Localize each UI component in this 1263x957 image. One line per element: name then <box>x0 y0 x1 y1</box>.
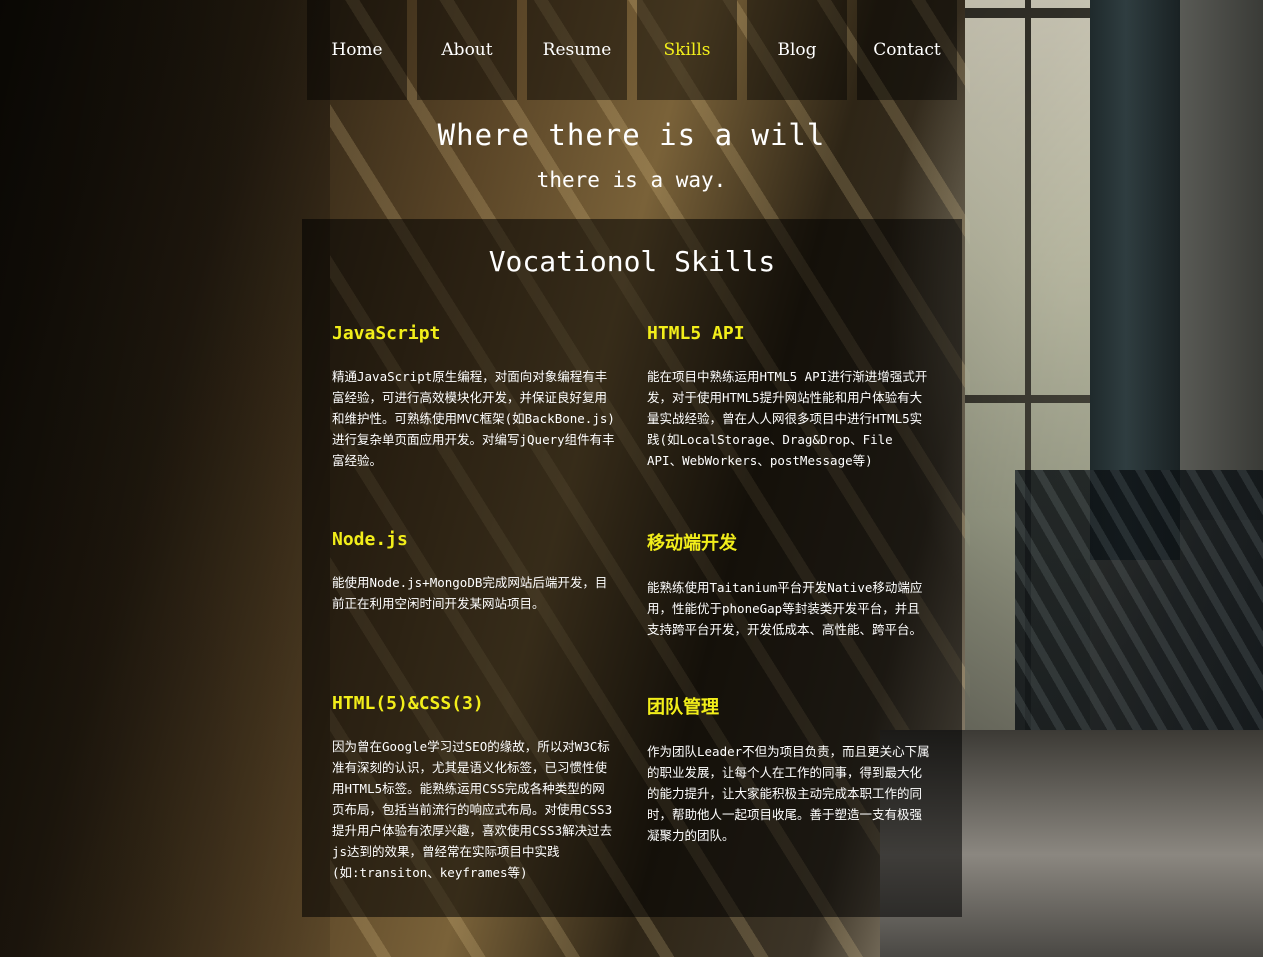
skill-title: 移动端开发 <box>647 533 737 554</box>
skill-html5-api: HTML5 API 能在项目中熟练运用HTML5 API进行渐进增强式开发，对于… <box>647 323 932 471</box>
nav-about[interactable]: About <box>417 0 517 100</box>
skill-mobile: 移动端开发 能熟练使用Taitanium平台开发Native移动端应用，性能优于… <box>647 529 932 640</box>
skill-title: JavaScript <box>332 323 441 344</box>
skill-title: HTML5 API <box>647 323 745 344</box>
background-wall <box>1180 0 1263 520</box>
skill-nodejs: Node.js 能使用Node.js+MongoDB完成网站后端开发，目前正在利… <box>332 529 617 614</box>
skill-javascript: JavaScript 精通JavaScript原生编程，对面向对象编程有丰富经验… <box>332 323 617 471</box>
skill-description: 精通JavaScript原生编程，对面向对象编程有丰富经验，可进行高效模块化开发… <box>332 369 615 468</box>
nav-home[interactable]: Home <box>307 0 407 100</box>
skills-panel: Vocationol Skills JavaScript 精通JavaScrip… <box>302 219 962 917</box>
nav-skills[interactable]: Skills <box>637 0 737 100</box>
main-nav: Home About Resume Skills Blog Contact <box>307 0 957 100</box>
skill-description: 能在项目中熟练运用HTML5 API进行渐进增强式开发，对于使用HTML5提升网… <box>647 369 928 468</box>
nav-resume[interactable]: Resume <box>527 0 627 100</box>
skill-description: 能使用Node.js+MongoDB完成网站后端开发，目前正在利用空闲时间开发某… <box>332 575 608 611</box>
skill-description: 能熟练使用Taitanium平台开发Native移动端应用，性能优于phoneG… <box>647 580 923 637</box>
skill-title: Node.js <box>332 529 408 550</box>
skill-description: 作为团队Leader不但为项目负责，而且更关心下属的职业发展，让每个人在工作的同… <box>647 744 930 843</box>
motto-line-1: Where there is a will <box>437 118 826 152</box>
skill-title: HTML(5)&CSS(3) <box>332 693 484 714</box>
skills-title: Vocationol Skills <box>488 245 776 278</box>
background-seats <box>1015 470 1263 730</box>
skill-team-management: 团队管理 作为团队Leader不但为项目负责，而且更关心下属的职业发展，让每个人… <box>647 693 932 846</box>
skill-description: 因为曾在Google学习过SEO的缘故，所以对W3C标准有深刻的认识，尤其是语义… <box>332 739 613 880</box>
nav-blog[interactable]: Blog <box>747 0 847 100</box>
motto-line-2: there is a way. <box>536 168 727 192</box>
nav-contact[interactable]: Contact <box>857 0 957 100</box>
skill-html-css: HTML(5)&CSS(3) 因为曾在Google学习过SEO的缘故，所以对W3… <box>332 693 617 883</box>
skill-title: 团队管理 <box>647 697 719 718</box>
